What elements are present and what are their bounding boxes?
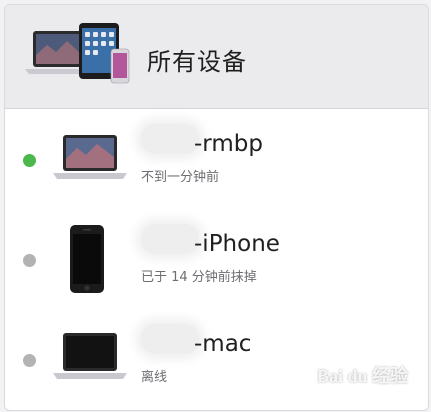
device-list-panel: 所有设备 -rmbp 不到一分钟前 -iPhone 已于 14 分钟前抹掉 -m…	[4, 4, 429, 411]
device-status: 离线	[141, 370, 168, 385]
redacted-name	[141, 224, 199, 254]
online-status-dot	[23, 154, 36, 167]
device-row-rmbp[interactable]: -rmbp 不到一分钟前	[5, 109, 428, 210]
device-row-mac[interactable]: -mac 离线	[5, 309, 428, 409]
offline-status-dot	[23, 254, 36, 267]
apple-devices-icon	[25, 23, 130, 84]
macbook-icon	[53, 333, 127, 379]
offline-status-dot	[23, 354, 36, 367]
device-name: -mac	[194, 331, 252, 357]
device-row-iphone[interactable]: -iPhone 已于 14 分钟前抹掉	[5, 209, 428, 310]
device-status: 已于 14 分钟前抹掉	[141, 270, 257, 285]
redacted-name	[141, 124, 199, 154]
macbook-pro-icon	[53, 135, 127, 179]
redacted-name	[141, 324, 199, 354]
device-status: 不到一分钟前	[141, 170, 220, 185]
device-name: -iPhone	[194, 231, 280, 257]
iphone-icon	[70, 225, 104, 293]
all-devices-header[interactable]: 所有设备	[5, 5, 428, 109]
device-name: -rmbp	[194, 131, 263, 157]
all-devices-title: 所有设备	[147, 48, 247, 76]
baidu-watermark: Bai du 经验	[316, 366, 408, 386]
